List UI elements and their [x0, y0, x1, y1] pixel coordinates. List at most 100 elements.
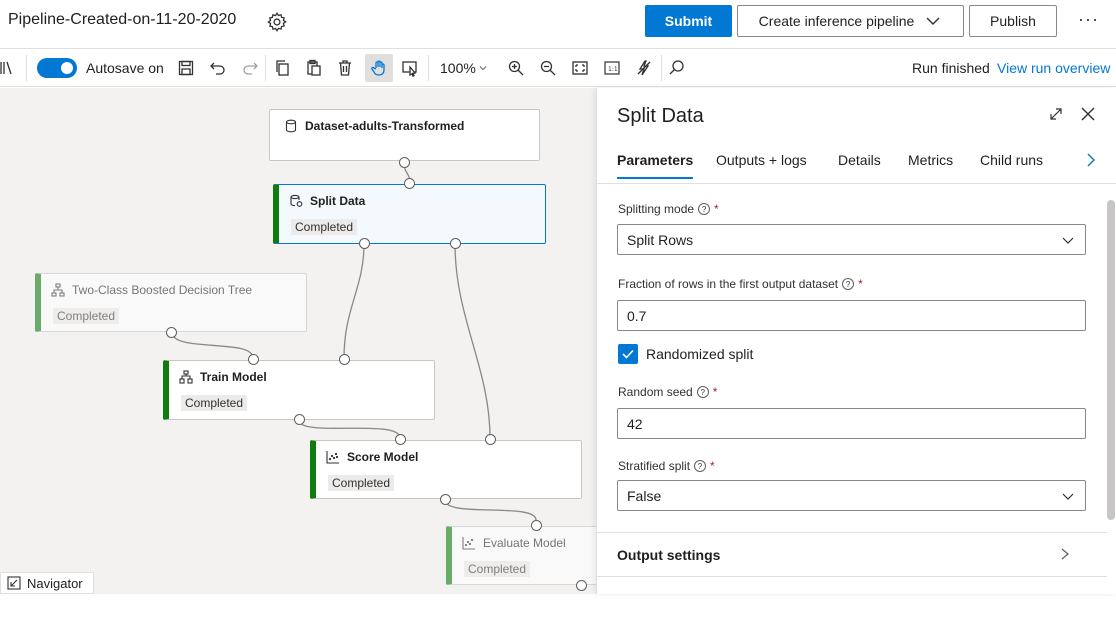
output-port[interactable] [576, 580, 587, 591]
help-icon[interactable]: ? [696, 386, 709, 398]
randomized-split-label: Randomized split [646, 346, 754, 362]
node-title: Dataset-adults-Transformed [305, 119, 465, 133]
input-port[interactable] [395, 434, 406, 445]
node-score-model[interactable]: Score Model Completed [310, 440, 582, 499]
zoom-in-icon[interactable] [505, 57, 527, 79]
node-title: Score Model [347, 450, 419, 464]
database-icon [285, 119, 297, 133]
panel-title: Split Data [617, 105, 704, 127]
stratified-split-select[interactable]: False [617, 480, 1086, 511]
settings-gear-icon[interactable] [266, 11, 288, 33]
random-seed-input[interactable]: 42 [617, 408, 1086, 439]
run-status: Run finished [912, 60, 990, 76]
node-split-data[interactable]: Split Data Completed [273, 184, 546, 244]
chevron-down-icon [1062, 237, 1074, 244]
randomized-split-checkbox[interactable] [618, 344, 638, 364]
input-port[interactable] [339, 354, 350, 365]
train-model-icon [179, 370, 193, 384]
toolbar: Autosave on 100% 1:1 Run finished View r… [0, 49, 1116, 87]
autosave-toggle[interactable] [37, 58, 77, 78]
help-icon[interactable]: ? [698, 203, 711, 215]
tab-details[interactable]: Details [838, 152, 881, 177]
toolbar-divider [428, 55, 429, 81]
input-port[interactable] [531, 520, 542, 531]
view-run-overview-link[interactable]: View run overview [997, 60, 1110, 76]
edge-tree-train [171, 331, 254, 359]
output-port[interactable] [359, 238, 370, 249]
splitting-mode-label: Splitting mode ? * [618, 202, 719, 216]
close-icon[interactable] [1079, 105, 1097, 123]
node-two-class-boosted-decision-tree[interactable]: Two-Class Boosted Decision Tree Complete… [35, 273, 307, 332]
decision-tree-icon [51, 283, 65, 297]
output-port[interactable] [399, 157, 410, 168]
edge-score-evaluate [444, 499, 537, 521]
library-icon[interactable] [0, 57, 18, 79]
tab-outputs-logs[interactable]: Outputs + logs [716, 152, 807, 177]
tab-child-runs[interactable]: Child runs [980, 152, 1043, 177]
select-cursor-icon[interactable] [399, 57, 421, 79]
chevron-down-icon [926, 17, 940, 25]
output-port[interactable] [166, 327, 177, 338]
stratified-split-value: False [627, 487, 662, 504]
fraction-input[interactable]: 0.7 [617, 300, 1086, 331]
save-icon[interactable] [175, 57, 197, 79]
pan-hand-icon[interactable] [365, 54, 393, 82]
collapsed-section[interactable] [597, 576, 1107, 620]
expand-icon[interactable] [1047, 105, 1065, 123]
undo-icon[interactable] [207, 57, 229, 79]
evaluate-model-icon [462, 537, 475, 550]
toolbar-divider [26, 55, 27, 81]
publish-button[interactable]: Publish [969, 5, 1057, 37]
actual-size-icon[interactable]: 1:1 [601, 57, 623, 79]
copy-icon[interactable] [272, 57, 294, 79]
output-port[interactable] [440, 494, 451, 505]
pipeline-title: Pipeline-Created-on-11-20-2020 [8, 11, 237, 28]
fit-to-screen-icon[interactable] [569, 57, 591, 79]
input-port[interactable] [485, 434, 496, 445]
autosave-label: Autosave on [86, 60, 164, 76]
output-port[interactable] [294, 414, 305, 425]
delete-icon[interactable] [334, 57, 356, 79]
output-port[interactable] [450, 238, 461, 249]
node-dataset-adults-transformed[interactable]: Dataset-adults-Transformed [269, 109, 540, 161]
properties-panel: Split Data Parameters Outputs + logs Det… [596, 88, 1116, 594]
chevron-right-icon [1061, 548, 1069, 560]
stratified-split-label: Stratified split ? * [618, 459, 715, 473]
input-port[interactable] [404, 178, 415, 189]
navigator-toggle[interactable]: Navigator [0, 572, 94, 594]
help-icon[interactable]: ? [842, 278, 855, 290]
node-title: Evaluate Model [483, 536, 566, 550]
zoom-dropdown-chevron-icon[interactable] [476, 57, 490, 79]
node-evaluate-model[interactable]: Evaluate Model Completed [446, 526, 596, 585]
splitting-mode-value: Split Rows [627, 231, 694, 248]
svg-text:1:1: 1:1 [608, 66, 618, 73]
more-options-icon[interactable]: ··· [1078, 9, 1099, 30]
pipeline-connections [171, 162, 537, 521]
zoom-level[interactable]: 100% [440, 60, 476, 76]
search-icon[interactable] [666, 57, 688, 79]
redo-icon[interactable] [239, 57, 261, 79]
status-badge: Completed [328, 475, 395, 491]
required-marker: * [858, 277, 863, 291]
status-badge: Completed [181, 395, 248, 411]
tab-parameters[interactable]: Parameters [617, 152, 694, 179]
status-badge: Completed [291, 219, 358, 235]
panel-scrollbar[interactable] [1107, 200, 1115, 520]
tab-metrics[interactable]: Metrics [908, 152, 953, 177]
input-port[interactable] [248, 354, 259, 365]
split-data-icon [290, 194, 303, 207]
paste-icon[interactable] [303, 57, 325, 79]
zoom-out-icon[interactable] [537, 57, 559, 79]
score-model-icon [326, 451, 339, 464]
pipeline-canvas[interactable]: Dataset-adults-Transformed Split Data Co… [0, 88, 596, 594]
required-marker: * [714, 202, 719, 216]
create-inference-pipeline-button[interactable]: Create inference pipeline [737, 5, 964, 37]
tabs-next-chevron-icon[interactable] [1085, 152, 1097, 173]
help-icon[interactable]: ? [694, 460, 707, 472]
create-inference-pipeline-label: Create inference pipeline [758, 13, 915, 29]
auto-layout-icon[interactable] [633, 57, 655, 79]
submit-button[interactable]: Submit [645, 5, 732, 37]
output-settings-section[interactable]: Output settings [597, 532, 1107, 576]
splitting-mode-select[interactable]: Split Rows [617, 224, 1086, 255]
node-train-model[interactable]: Train Model Completed [163, 360, 435, 420]
